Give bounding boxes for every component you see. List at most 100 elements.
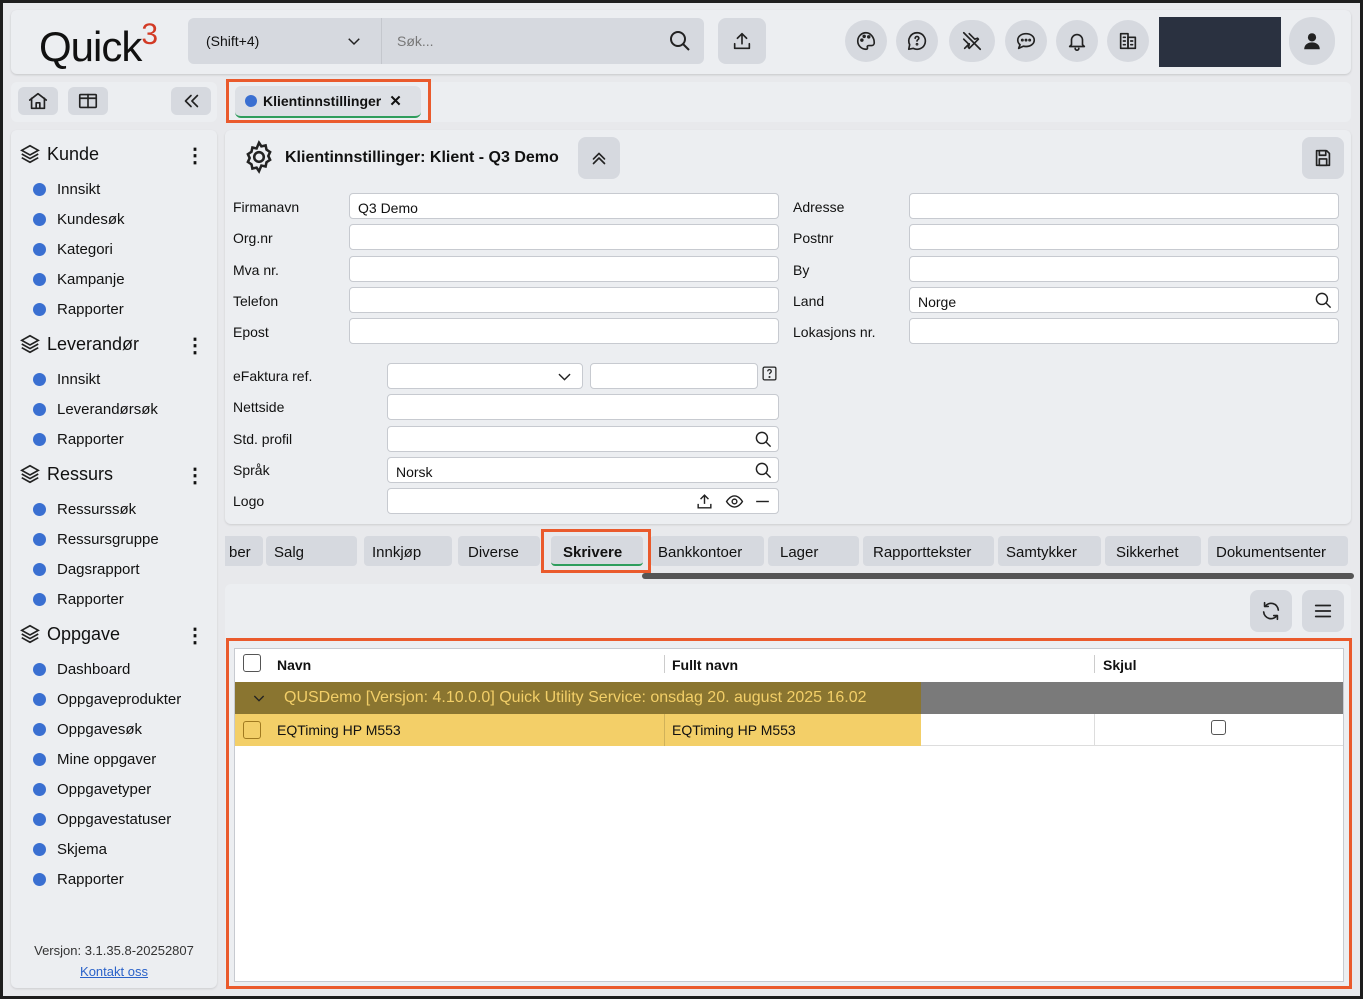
chat-button[interactable] [1005, 20, 1047, 62]
tab-innkjop[interactable]: Innkjøp [364, 536, 452, 566]
column-header-skjul[interactable]: Skjul [1103, 649, 1136, 679]
by-field[interactable] [909, 256, 1339, 282]
logo-field[interactable] [387, 488, 779, 514]
nav-group-leverandor[interactable]: Leverandør [19, 333, 139, 355]
collapse-panel-button[interactable] [578, 137, 620, 179]
nav-item-dagsrapport[interactable]: Dagsrapport [33, 561, 140, 578]
nettside-field[interactable] [387, 394, 779, 420]
menu-button[interactable] [1302, 590, 1344, 632]
label-telefon: Telefon [233, 293, 279, 309]
search-input[interactable]: Søk... [397, 33, 434, 49]
nav-item-rapporter[interactable]: Rapporter [33, 591, 124, 608]
land-field[interactable]: Norge [909, 287, 1339, 313]
epost-field[interactable] [349, 318, 779, 344]
upload-button[interactable] [718, 18, 766, 64]
nav-group-oppgave[interactable]: Oppgave [19, 623, 120, 645]
nav-item-kampanje[interactable]: Kampanje [33, 271, 125, 288]
nav-item-kundesok[interactable]: Kundesøk [33, 211, 125, 228]
save-button[interactable] [1302, 137, 1344, 179]
close-icon[interactable]: ✕ [389, 92, 402, 110]
nav-item-innsikt[interactable]: Innsikt [33, 371, 100, 388]
std-profil-field[interactable] [387, 426, 779, 452]
upload-icon [733, 32, 751, 50]
leverandor-menu-icon[interactable]: ⋮ [185, 333, 205, 358]
nav-item-innsikt[interactable]: Innsikt [33, 181, 100, 198]
tab-ber[interactable]: ber [225, 536, 263, 566]
nav-item-ressursgruppe[interactable]: Ressursgruppe [33, 531, 159, 548]
search-icon[interactable] [754, 461, 773, 480]
search-icon[interactable] [668, 29, 692, 53]
nav-item-ressurssok[interactable]: Ressurssøk [33, 501, 136, 518]
home-button[interactable] [18, 87, 58, 115]
efaktura-ref-select[interactable] [387, 363, 583, 389]
contact-link[interactable]: Kontakt oss [11, 964, 217, 979]
adresse-field[interactable] [909, 193, 1339, 219]
printers-grid: Navn Fullt navn Skjul QUSDemo [Versjon: … [234, 648, 1344, 982]
layout-button[interactable] [68, 87, 108, 115]
tab-bankkontoer[interactable]: Bankkontoer [650, 536, 764, 566]
tab-samtykker[interactable]: Samtykker [998, 536, 1101, 566]
kunde-menu-icon[interactable]: ⋮ [185, 143, 205, 168]
minus-icon[interactable] [753, 492, 772, 511]
row-select-checkbox[interactable] [243, 721, 261, 739]
nav-item-rapporter[interactable]: Rapporter [33, 871, 124, 888]
pin-button[interactable] [949, 20, 995, 62]
nav-item-skjema[interactable]: Skjema [33, 841, 107, 858]
search-icon[interactable] [1314, 291, 1333, 310]
skjul-checkbox[interactable] [1211, 720, 1226, 735]
mva-nr-field[interactable] [349, 256, 779, 282]
tab-klientinnstillinger[interactable]: Klientinnstillinger ✕ [235, 86, 421, 118]
column-header-fullt-navn[interactable]: Fullt navn [672, 649, 738, 679]
nav-item-oppgavetyper[interactable]: Oppgavetyper [33, 781, 151, 798]
nav-item-rapporter[interactable]: Rapporter [33, 431, 124, 448]
notifications-button[interactable] [1056, 20, 1098, 62]
user-menu-button[interactable] [1289, 17, 1335, 65]
label-mva-nr: Mva nr. [233, 262, 279, 278]
tab-rapporttekster[interactable]: Rapporttekster [863, 536, 994, 566]
upload-icon[interactable] [695, 492, 714, 511]
theme-button[interactable] [845, 20, 887, 62]
tab-skrivere[interactable]: Skrivere [551, 536, 643, 566]
org-nr-field[interactable] [349, 224, 779, 250]
tab-dokumentsenter[interactable]: Dokumentsenter [1208, 536, 1348, 566]
select-all-checkbox[interactable] [243, 654, 261, 672]
collapse-sidebar-button[interactable] [171, 87, 211, 115]
lokasjons-nr-field[interactable] [909, 318, 1339, 344]
help-button[interactable] [896, 20, 938, 62]
chevron-down-icon[interactable] [251, 690, 267, 706]
nav-group-ressurs[interactable]: Ressurs [19, 463, 113, 485]
nav-item-oppgavesok[interactable]: Oppgavesøk [33, 721, 142, 738]
oppgave-menu-icon[interactable]: ⋮ [185, 623, 205, 648]
tab-lager[interactable]: Lager [768, 536, 859, 566]
nav-item-rapporter[interactable]: Rapporter [33, 301, 124, 318]
bullet-icon [33, 433, 46, 446]
search-scope-select[interactable]: (Shift+4) [188, 18, 382, 64]
column-header-navn[interactable]: Navn [277, 649, 311, 679]
nav-item-mine-oppgaver[interactable]: Mine oppgaver [33, 751, 156, 768]
tab-salg[interactable]: Salg [266, 536, 357, 566]
ressurs-menu-icon[interactable]: ⋮ [185, 463, 205, 488]
help-icon[interactable] [761, 365, 778, 382]
column-divider [664, 714, 665, 746]
efaktura-ref-field[interactable] [590, 363, 758, 389]
eye-icon[interactable] [725, 492, 744, 511]
app-logo[interactable]: Quick3 [39, 18, 158, 71]
user-name-box[interactable] [1159, 17, 1281, 67]
postnr-field[interactable] [909, 224, 1339, 250]
nav-item-leverandorsok[interactable]: Leverandørsøk [33, 401, 158, 418]
nav-item-dashboard[interactable]: Dashboard [33, 661, 130, 678]
nav-group-kunde[interactable]: Kunde [19, 143, 99, 165]
refresh-button[interactable] [1250, 590, 1292, 632]
sprak-field[interactable]: Norsk [387, 457, 779, 483]
search-icon[interactable] [754, 430, 773, 449]
tabs-scrollbar[interactable] [642, 573, 1354, 579]
firmanavn-field[interactable]: Q3 Demo [349, 193, 779, 219]
telefon-field[interactable] [349, 287, 779, 313]
company-button[interactable] [1107, 20, 1149, 62]
tab-diverse[interactable]: Diverse [458, 536, 540, 566]
nav-item-kategori[interactable]: Kategori [33, 241, 113, 258]
tab-sikkerhet[interactable]: Sikkerhet [1105, 536, 1201, 566]
nav-item-oppgaveprodukter[interactable]: Oppgaveprodukter [33, 691, 181, 708]
nav-item-oppgavestatuser[interactable]: Oppgavestatuser [33, 811, 171, 828]
bullet-icon [33, 403, 46, 416]
